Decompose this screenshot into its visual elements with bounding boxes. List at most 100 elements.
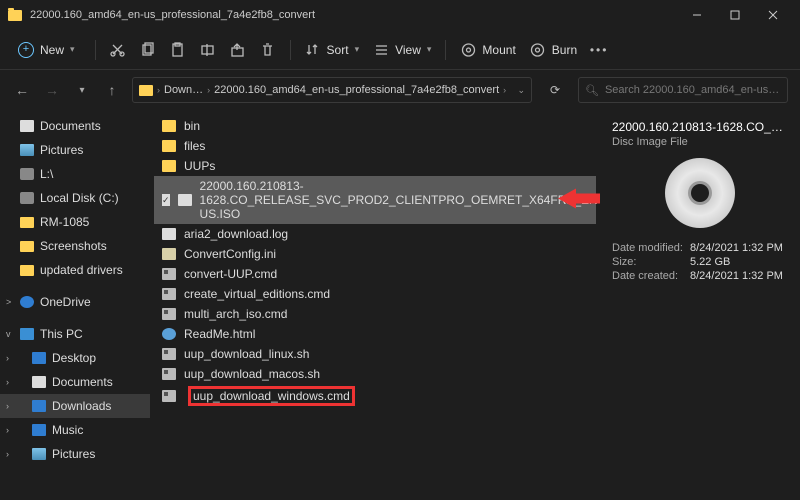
sidebar-item-label: Pictures — [52, 447, 95, 461]
chevron-right-icon: › — [157, 85, 160, 95]
sidebar-item[interactable]: ›Downloads — [0, 394, 150, 418]
cmd-icon — [162, 308, 176, 320]
view-icon — [373, 42, 389, 58]
share-icon[interactable] — [230, 42, 246, 58]
chevron-down-icon: ▾ — [70, 44, 75, 55]
sidebar-item[interactable]: Local Disk (C:) — [0, 186, 150, 210]
folder-icon — [20, 217, 34, 228]
sidebar-item[interactable]: vThis PC — [0, 322, 150, 346]
sidebar-item-label: Desktop — [52, 351, 96, 365]
sidebar[interactable]: Documents Pictures L:\ Local Disk (C:) RM-10… — [0, 110, 150, 500]
cut-icon[interactable] — [110, 42, 126, 58]
back-button[interactable]: ← — [12, 82, 32, 98]
delete-icon[interactable] — [260, 42, 276, 58]
sidebar-item-label: Documents — [40, 119, 101, 133]
crumb-segment[interactable]: 22000.160_amd64_en-us_professional_7a4e2… — [214, 84, 499, 96]
file-row[interactable]: convert-UUP.cmd — [154, 264, 596, 284]
breadcrumb[interactable]: › Down… › 22000.160_amd64_en-us_professi… — [132, 77, 532, 103]
expand-icon[interactable]: › — [6, 353, 9, 363]
cmd-icon — [162, 368, 176, 380]
sidebar-item-label: Local Disk (C:) — [40, 191, 119, 205]
file-name: ConvertConfig.ini — [184, 247, 276, 261]
mount-button[interactable]: Mount — [460, 42, 515, 58]
folder-icon — [139, 85, 153, 96]
divider — [445, 40, 446, 60]
close-button[interactable] — [754, 0, 792, 30]
sidebar-item[interactable]: › Pictures — [0, 442, 150, 466]
file-row[interactable]: multi_arch_iso.cmd — [154, 304, 596, 324]
file-row[interactable]: uup_download_macos.sh — [154, 364, 596, 384]
file-row[interactable]: files — [154, 136, 596, 156]
file-name: 22000.160.210813-1628.CO_RELEASE_SVC_PRO… — [200, 179, 600, 221]
annotation-arrow — [558, 186, 600, 215]
file-row[interactable]: ConvertConfig.ini — [154, 244, 596, 264]
sidebar-item[interactable]: ›Documents — [0, 370, 150, 394]
file-row[interactable]: ✓22000.160.210813-1628.CO_RELEASE_SVC_PR… — [154, 176, 596, 224]
file-row[interactable]: uup_download_windows.cmd — [154, 384, 596, 408]
refresh-button[interactable]: ⟳ — [542, 83, 568, 97]
expand-icon[interactable]: › — [6, 425, 9, 435]
forward-button[interactable]: → — [42, 82, 62, 98]
meta-value: 8/24/2021 1:32 PM — [690, 270, 788, 282]
folder-icon — [162, 140, 176, 152]
cloud-icon — [20, 296, 34, 308]
sort-button[interactable]: Sort▾ — [305, 42, 360, 58]
sidebar-item[interactable]: › Desktop — [0, 346, 150, 370]
up-button[interactable]: ↑ — [102, 82, 122, 98]
chevron-down-icon[interactable]: ▾ — [72, 85, 92, 96]
new-button[interactable]: + New ▾ — [12, 38, 81, 62]
expand-icon[interactable]: v — [6, 329, 11, 339]
sidebar-item[interactable]: Screenshots — [0, 234, 150, 258]
chevron-down-icon[interactable]: ⌄ — [517, 85, 525, 96]
file-list[interactable]: binfilesUUPs✓22000.160.210813-1628.CO_RE… — [150, 110, 600, 500]
view-button[interactable]: View▾ — [373, 42, 431, 58]
music-icon — [32, 424, 46, 436]
doc-icon — [20, 120, 34, 132]
html-icon — [162, 328, 176, 340]
pic-icon — [20, 144, 34, 156]
cmd-icon — [162, 348, 176, 360]
sidebar-item-label: Music — [52, 423, 83, 437]
sidebar-item-label: L:\ — [40, 167, 53, 181]
rename-icon[interactable] — [200, 42, 216, 58]
file-row[interactable]: create_virtual_editions.cmd — [154, 284, 596, 304]
expand-icon[interactable]: › — [6, 401, 9, 411]
sidebar-item-label: RM-1085 — [40, 215, 89, 229]
expand-icon[interactable]: › — [6, 449, 9, 459]
copy-icon[interactable] — [140, 42, 156, 58]
sidebar-item[interactable]: L:\ — [0, 162, 150, 186]
file-name: convert-UUP.cmd — [184, 267, 277, 281]
file-name: uup_download_macos.sh — [184, 367, 320, 381]
file-row[interactable]: UUPs — [154, 156, 596, 176]
doc-icon — [32, 376, 46, 388]
search-input[interactable]: 🔍︎ Search 22000.160_amd64_en-us_professi… — [578, 77, 788, 103]
sidebar-item[interactable]: › Music — [0, 418, 150, 442]
meta-label: Date modified: — [612, 242, 690, 254]
sidebar-item-label: Pictures — [40, 143, 83, 157]
dl-icon — [32, 400, 46, 412]
sidebar-item-label: OneDrive — [40, 295, 91, 309]
sidebar-item[interactable]: Documents — [0, 114, 150, 138]
sidebar-item[interactable]: updated drivers — [0, 258, 150, 282]
expand-icon[interactable]: > — [6, 297, 11, 307]
sidebar-item[interactable]: RM-1085 — [0, 210, 150, 234]
more-icon[interactable]: ••• — [591, 42, 607, 58]
checkbox-icon[interactable]: ✓ — [162, 194, 170, 206]
file-row[interactable]: uup_download_linux.sh — [154, 344, 596, 364]
desk-icon — [32, 352, 46, 364]
folder-icon — [20, 241, 34, 252]
sidebar-item[interactable]: Pictures — [0, 138, 150, 162]
file-row[interactable]: ReadMe.html — [154, 324, 596, 344]
file-row[interactable]: bin — [154, 116, 596, 136]
minimize-button[interactable] — [678, 0, 716, 30]
maximize-button[interactable] — [716, 0, 754, 30]
toolbar: + New ▾ Sort▾ View▾ Mount Burn ••• — [0, 30, 800, 70]
sidebar-item[interactable]: > OneDrive — [0, 290, 150, 314]
paste-icon[interactable] — [170, 42, 186, 58]
crumb-segment[interactable]: Down… — [164, 84, 203, 96]
cmd-icon — [162, 288, 176, 300]
burn-button[interactable]: Burn — [530, 42, 577, 58]
file-row[interactable]: aria2_download.log — [154, 224, 596, 244]
expand-icon[interactable]: › — [6, 377, 9, 387]
divider — [95, 40, 96, 60]
